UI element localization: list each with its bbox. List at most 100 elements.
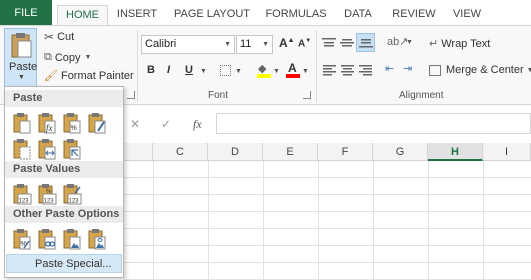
align-left-icon[interactable] (323, 65, 336, 76)
merge-center-label: Merge & Center (446, 64, 524, 76)
scissors-icon: ✂ (44, 30, 55, 44)
font-group-label: Font (208, 90, 229, 101)
italic-button[interactable]: I (167, 64, 170, 76)
tab-review[interactable]: REVIEW (390, 5, 438, 26)
fill-color-icon[interactable]: ◆ (257, 62, 271, 78)
chevron-down-icon: ▼ (302, 68, 309, 75)
font-color-letter: A (288, 61, 297, 75)
column-header-g[interactable]: G (373, 143, 428, 161)
copy-icon: ⧉ (44, 51, 52, 63)
tab-formulas[interactable]: FORMULAS (263, 5, 329, 26)
clipboard-icon (11, 33, 32, 58)
chevron-down-icon: ▼ (262, 41, 269, 48)
paste-special-menu-item[interactable]: Paste Special... (6, 254, 122, 273)
font-name-combo[interactable]: Calibri ▼ (141, 35, 235, 54)
align-middle-icon[interactable] (340, 37, 354, 49)
worksheet-grid[interactable] (124, 161, 531, 280)
cut-button[interactable]: ✂ Cut (44, 30, 74, 44)
paintbrush-icon: 🖌 (44, 70, 58, 82)
merge-cells-icon (429, 64, 441, 76)
paste-no-borders-icon[interactable] (12, 138, 32, 160)
grow-font-label: A (279, 36, 288, 50)
paste-link-icon[interactable] (37, 228, 57, 250)
other-paste-options-section-header: Other Paste Options (5, 206, 123, 223)
paste-values-number-format-icon[interactable]: 123% (37, 183, 57, 205)
svg-text:%: % (46, 189, 52, 195)
paste-button[interactable]: Paste ▼ (4, 28, 37, 88)
shrink-font-button[interactable]: A▼ (298, 38, 311, 49)
increase-indent-icon[interactable]: ⇥ (403, 62, 412, 75)
wrap-text-label: Wrap Text (441, 37, 491, 50)
paste-keep-source-formatting-icon[interactable] (87, 112, 107, 134)
format-painter-button[interactable]: 🖌 Format Painter (44, 69, 134, 83)
paste-linked-picture-icon[interactable] (87, 228, 107, 250)
align-bottom-icon (359, 39, 373, 48)
wrap-text-button[interactable]: ↵ Wrap Text (429, 37, 491, 51)
column-header-blank (124, 143, 153, 161)
font-launcher-icon[interactable] (303, 91, 311, 99)
column-header-d[interactable]: D (208, 143, 263, 161)
paste-options-menu: Paste fx % Paste Values 123 123% 123 Oth… (4, 86, 124, 278)
paste-keep-column-widths-icon[interactable] (37, 138, 57, 160)
paste-values-source-formatting-icon[interactable]: 123 (62, 183, 82, 205)
group-divider (137, 30, 138, 102)
chevron-down-icon: ▼ (235, 68, 242, 75)
tab-home[interactable]: HOME (57, 5, 108, 27)
column-header-f[interactable]: F (318, 143, 373, 161)
insert-function-button[interactable]: fx (193, 117, 202, 132)
font-color-button[interactable]: A (286, 61, 300, 78)
group-divider (316, 30, 317, 102)
column-header-h[interactable]: H (428, 143, 483, 161)
paste-section-header: Paste (5, 90, 123, 107)
paste-label: Paste (9, 61, 38, 73)
svg-text:123: 123 (44, 199, 55, 205)
chevron-down-icon: ▼ (406, 39, 413, 46)
chevron-down-icon: ▼ (200, 68, 207, 75)
chevron-down-icon: ▼ (526, 66, 531, 74)
align-center-icon[interactable] (341, 65, 354, 76)
clipboard-launcher-icon[interactable] (127, 91, 135, 99)
chevron-down-icon: ▼ (84, 54, 92, 61)
decrease-indent-icon[interactable]: ⇤ (385, 62, 394, 75)
paste-values-icon[interactable]: 123 (12, 183, 32, 205)
align-top-icon[interactable] (322, 37, 336, 49)
grow-font-button[interactable]: A▲ (279, 36, 295, 50)
paste-transpose-icon[interactable] (62, 138, 82, 160)
font-name-value: Calibri (145, 38, 177, 50)
column-header-e[interactable]: E (263, 143, 318, 161)
tab-page-layout[interactable]: PAGE LAYOUT (172, 5, 252, 26)
merge-center-button[interactable]: Merge & Center ▼ (429, 64, 531, 76)
tab-file[interactable]: FILE (0, 0, 52, 26)
bold-button[interactable]: B (147, 64, 155, 76)
chevron-down-icon: ▼ (273, 68, 280, 75)
copy-label: Copy (54, 51, 81, 64)
tab-data[interactable]: DATA (338, 5, 378, 26)
underline-button[interactable]: U (185, 64, 193, 76)
paste-formulas-number-format-icon[interactable]: % (62, 112, 82, 134)
align-right-icon[interactable] (359, 65, 372, 76)
cancel-icon[interactable]: ✕ (130, 117, 140, 131)
svg-text:123: 123 (69, 199, 80, 205)
column-header-i[interactable]: I (483, 143, 531, 161)
svg-text:fx: fx (46, 123, 53, 133)
paste-formulas-icon[interactable]: fx (37, 112, 57, 134)
ribbon-tab-bar: FILE HOME INSERT PAGE LAYOUT FORMULAS DA… (0, 0, 531, 27)
copy-button[interactable]: ⧉ Copy ▼ (44, 51, 91, 64)
chevron-down-icon: ▼ (18, 74, 25, 81)
tab-view[interactable]: VIEW (448, 5, 486, 26)
tab-insert[interactable]: INSERT (113, 5, 161, 26)
svg-text:123: 123 (19, 199, 30, 205)
borders-icon[interactable] (220, 65, 231, 76)
paste-picture-icon[interactable] (62, 228, 82, 250)
alignment-group-label: Alignment (399, 90, 444, 101)
paste-icon[interactable] (12, 112, 32, 134)
format-painter-label: Format Painter (60, 69, 134, 82)
formula-input[interactable] (216, 113, 531, 134)
font-size-combo[interactable]: 11 ▼ (236, 35, 273, 54)
cut-label: Cut (57, 31, 75, 43)
enter-icon[interactable]: ✓ (161, 117, 171, 131)
paste-formatting-icon[interactable]: % (12, 228, 32, 250)
wrap-text-icon: ↵ (429, 38, 439, 50)
svg-text:%: % (71, 125, 77, 132)
column-header-c[interactable]: C (153, 143, 208, 161)
